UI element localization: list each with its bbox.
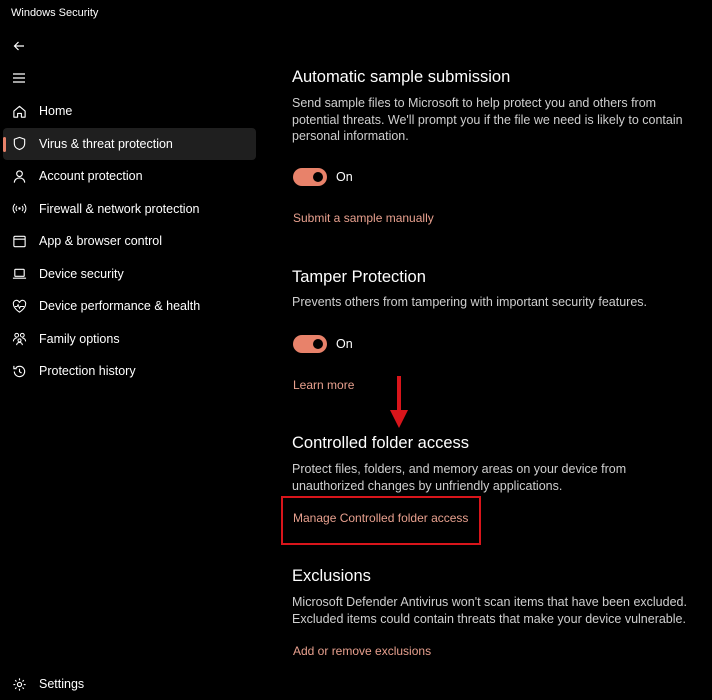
sidebar-item-label: Device performance & health xyxy=(39,299,201,314)
tamper-protection-toggle[interactable] xyxy=(293,335,327,353)
back-arrow-icon xyxy=(13,41,24,51)
annotation-highlight-box xyxy=(281,496,481,545)
sidebar-item-label: Home xyxy=(39,104,73,119)
sidebar-item-settings[interactable]: Settings xyxy=(0,668,260,700)
family-icon xyxy=(11,331,27,347)
sidebar-item-family-options[interactable]: Family options xyxy=(0,323,260,356)
sidebar-item-label: Virus & threat protection xyxy=(39,136,173,151)
tamper-protection-title: Tamper Protection xyxy=(292,268,426,286)
tamper-toggle-label: On xyxy=(336,337,353,351)
wifi-icon xyxy=(11,201,27,217)
controlled-folder-title: Controlled folder access xyxy=(292,434,470,452)
heart-pulse-icon xyxy=(11,298,27,314)
auto-sample-toggle-label: On xyxy=(336,170,353,184)
controlled-folder-description: Protect files, folders, and memory areas… xyxy=(292,462,627,493)
sidebar-item-virus-threat-protection[interactable]: Virus & threat protection xyxy=(3,127,256,160)
sidebar-item-home[interactable]: Home xyxy=(0,95,260,128)
sidebar-item-device-performance[interactable]: Device performance & health xyxy=(0,290,260,323)
window-title: Windows Security xyxy=(11,7,99,19)
menu-button[interactable] xyxy=(6,67,32,89)
annotation-arrow-icon xyxy=(390,376,408,428)
shield-icon xyxy=(11,136,27,152)
learn-more-link[interactable]: Learn more xyxy=(293,378,354,392)
exclusions-description: Microsoft Defender Antivirus won't scan … xyxy=(292,595,687,626)
sidebar-item-label: Firewall & network protection xyxy=(39,201,200,216)
auto-sample-toggle[interactable] xyxy=(293,168,327,186)
auto-sample-title: Automatic sample submission xyxy=(292,68,511,86)
sidebar-item-protection-history[interactable]: Protection history xyxy=(0,355,260,388)
sidebar-item-firewall[interactable]: Firewall & network protection xyxy=(0,193,260,226)
sidebar-item-label: Settings xyxy=(39,677,85,692)
sidebar-item-label: Protection history xyxy=(39,364,136,379)
auto-sample-toggle-row: On xyxy=(293,168,353,186)
add-remove-exclusions-link[interactable]: Add or remove exclusions xyxy=(293,644,431,658)
laptop-icon xyxy=(11,266,27,282)
sidebar-item-label: Account protection xyxy=(39,169,143,184)
sidebar-item-label: Device security xyxy=(39,266,124,281)
hamburger-icon xyxy=(13,73,25,83)
title-bar: Windows Security xyxy=(0,0,712,28)
person-icon xyxy=(11,168,27,184)
submit-sample-link[interactable]: Submit a sample manually xyxy=(293,211,434,225)
auto-sample-description: Send sample files to Microsoft to help p… xyxy=(292,96,683,143)
sidebar-item-device-security[interactable]: Device security xyxy=(0,258,260,291)
gear-icon xyxy=(11,676,27,692)
sidebar: Home Virus & threat protection Account p… xyxy=(0,95,260,388)
exclusions-title: Exclusions xyxy=(292,567,371,585)
app-window-icon xyxy=(11,233,27,249)
tamper-toggle-row: On xyxy=(293,335,353,353)
history-icon xyxy=(11,363,27,379)
sidebar-item-account-protection[interactable]: Account protection xyxy=(0,160,260,193)
home-icon xyxy=(11,103,27,119)
back-button[interactable] xyxy=(6,35,32,57)
sidebar-item-label: Family options xyxy=(39,331,120,346)
tamper-protection-description: Prevents others from tampering with impo… xyxy=(292,295,648,309)
sidebar-item-app-browser-control[interactable]: App & browser control xyxy=(0,225,260,258)
sidebar-item-label: App & browser control xyxy=(39,234,162,249)
